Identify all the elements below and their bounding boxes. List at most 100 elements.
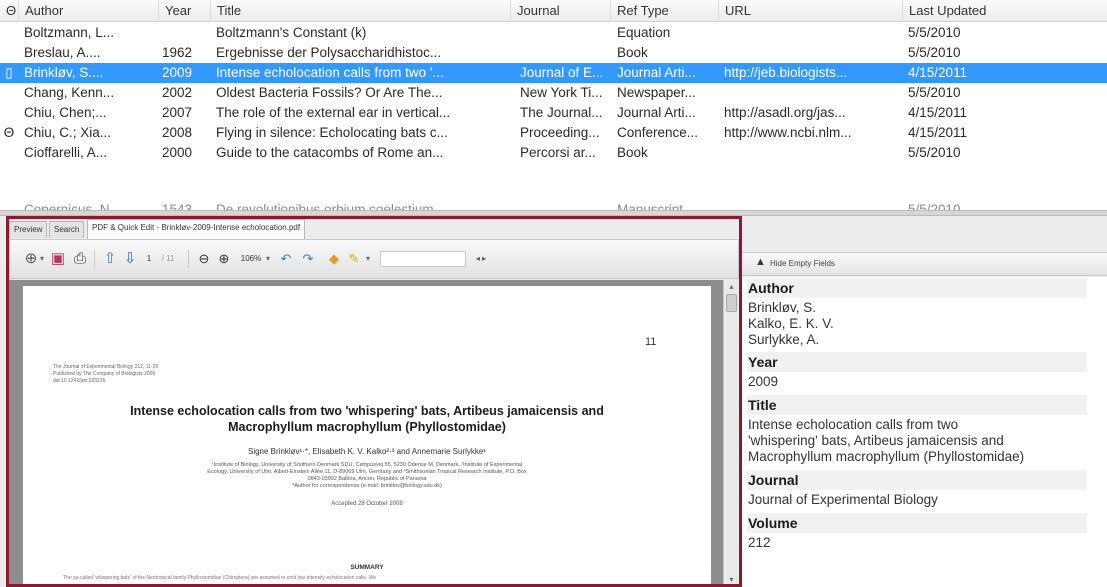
cell-last-updated: 5/5/2010 xyxy=(908,45,961,60)
pdf-pane: Preview Search PDF & Quick Edit - Brinkl… xyxy=(0,216,742,587)
zoom-in-button[interactable]: ⊕ xyxy=(216,248,232,270)
field-value-title[interactable]: Intense echolocation calls from two xyxy=(748,417,1093,433)
rotate-right-button[interactable]: ↷ xyxy=(300,248,316,270)
find-input[interactable] xyxy=(380,251,466,267)
cell-year: 1543 xyxy=(162,202,193,210)
pdf-article-title-line2: Macrophyllum macrophyllum (Phyllostomida… xyxy=(228,420,506,434)
cell-url xyxy=(724,23,900,43)
field-value-author[interactable]: Brinkløv, S. xyxy=(748,300,1093,316)
pdf-page-number: 11 xyxy=(645,336,657,348)
field-value-author[interactable]: Kalko, E. K. V. xyxy=(748,316,1093,332)
last-updated-column-header[interactable]: Last Updated xyxy=(902,0,1022,22)
field-value-author[interactable]: Surlykke, A. xyxy=(748,332,1093,348)
pdf-vertical-scrollbar[interactable]: ▴ ▾ xyxy=(723,280,739,587)
author-column-header[interactable]: Author xyxy=(18,0,146,22)
zoom-dropdown-icon[interactable]: ▾ xyxy=(264,248,272,270)
plus-circle-icon: ⊕ xyxy=(218,251,230,266)
attach-dropdown-icon[interactable]: ▾ xyxy=(38,248,46,270)
previous-page-button[interactable]: ⇧ xyxy=(102,248,118,270)
cell-ref-type: Book xyxy=(617,145,648,160)
attachment-column-header[interactable]: Θ xyxy=(0,0,18,22)
cell-journal: The Journal... xyxy=(520,105,603,120)
cell-author: Copernicus, N... xyxy=(24,202,121,210)
cell-last-updated: 5/5/2010 xyxy=(908,25,961,40)
hide-empty-fields-button[interactable]: ▲ Hide Empty Fields xyxy=(742,252,1107,276)
scroll-up-icon[interactable]: ▴ xyxy=(724,280,739,294)
cell-year: 2008 xyxy=(162,125,193,140)
cell-year: 2007 xyxy=(162,105,193,120)
find-navigation-arrows[interactable]: ◂ ▸ xyxy=(470,248,492,270)
title-column-header[interactable]: Title xyxy=(210,0,510,22)
field-value-journal[interactable]: Journal of Experimental Biology xyxy=(748,492,1093,508)
pdf-body-text: The so-called 'whispering bats' of the N… xyxy=(63,575,377,581)
field-value-year[interactable]: 2009 xyxy=(748,374,1093,390)
scrollbar-thumb[interactable] xyxy=(726,294,737,312)
arrow-up-icon: ▲ xyxy=(755,256,766,268)
attachment-icon xyxy=(2,143,16,163)
table-row[interactable]: Breslau, A.... 1962 Ergebnisse der Polys… xyxy=(0,43,1107,63)
field-label-year: Year xyxy=(747,352,1087,372)
cell-author: Breslau, A.... xyxy=(24,45,101,60)
next-page-button[interactable]: ⇩ xyxy=(122,248,138,270)
paperclip-icon: ⊕ xyxy=(24,250,38,267)
rotate-left-icon: ↶ xyxy=(280,251,292,266)
attach-file-button[interactable]: ⊕ xyxy=(24,248,38,270)
pdf-summary-heading: SUMMARY xyxy=(350,564,384,571)
table-row[interactable]: Chiu, Chen;... 2007 The role of the exte… xyxy=(0,103,1107,123)
tab-preview[interactable]: Preview xyxy=(9,221,48,238)
pdf-article-title: Intense echolocation calls from two 'whi… xyxy=(130,404,604,418)
hide-empty-fields-label: Hide Empty Fields xyxy=(770,259,835,268)
tab-pdf-quick-edit[interactable]: PDF & Quick Edit - Brinkløv-2009-Intense… xyxy=(87,219,306,239)
print-icon: ⎙ xyxy=(73,250,86,267)
zoom-out-button[interactable]: ⊖ xyxy=(196,248,212,270)
pdf-affiliation: 0843-03092 Balboa, Ancon, Republic of Pa… xyxy=(307,476,427,482)
table-row[interactable]: Boltzmann, L... Boltzmann's Constant (k)… xyxy=(0,23,1107,43)
table-row[interactable]: Chang, Kenn... 2002 Oldest Bacteria Foss… xyxy=(0,83,1107,103)
attachment-icon xyxy=(2,103,16,123)
table-row[interactable]: Cioffarelli, A... 2000 Guide to the cata… xyxy=(0,143,1107,163)
cell-author: Chang, Kenn... xyxy=(24,85,115,100)
minus-circle-icon: ⊖ xyxy=(198,251,210,266)
cell-year: 2009 xyxy=(162,65,193,80)
field-list: Author Brinkløv, S. Kalko, E. K. V. Surl… xyxy=(742,277,1107,587)
field-value-title[interactable]: 'whispering' bats, Artibeus jamaicensis … xyxy=(748,433,1093,449)
attachment-icon xyxy=(2,200,16,210)
cell-author: Chiu, C.; Xia... xyxy=(24,125,112,140)
cell-ref-type: Conference... xyxy=(617,125,699,140)
print-button[interactable]: ⎙ xyxy=(72,248,88,270)
cell-journal: Proceeding... xyxy=(520,125,600,140)
journal-column-header[interactable]: Journal xyxy=(510,0,600,22)
pdf-accepted-date: Accepted 28 October 2008 xyxy=(331,501,403,507)
table-row-selected[interactable]: ▯ Brinkløv, S.... 2009 Intense echolocat… xyxy=(0,63,1107,83)
cell-title: Ergebnisse der Polysaccharidhistoc... xyxy=(216,45,442,60)
field-value-title[interactable]: Macrophyllum macrophyllum (Phyllostomida… xyxy=(748,449,1093,465)
highlighter-icon: ✎ xyxy=(348,251,360,266)
rotate-left-button[interactable]: ↶ xyxy=(278,248,294,270)
ref-type-column-header[interactable]: Ref Type xyxy=(610,0,706,22)
attachment-icon xyxy=(2,43,16,63)
cell-journal xyxy=(520,23,610,43)
scroll-down-icon[interactable]: ▾ xyxy=(724,573,739,587)
attachment-icon: Θ xyxy=(3,125,15,140)
cell-last-updated: 4/15/2011 xyxy=(908,125,968,140)
rotate-right-icon: ↷ xyxy=(302,251,314,266)
tab-search[interactable]: Search xyxy=(49,221,85,238)
cell-journal: Journal of E... xyxy=(520,65,604,80)
cell-url xyxy=(724,83,900,103)
cell-url xyxy=(724,43,900,63)
url-column-header[interactable]: URL xyxy=(718,0,894,22)
field-value-volume[interactable]: 212 xyxy=(748,535,1093,551)
table-row[interactable]: Θ Chiu, C.; Xia... 2008 Flying in silenc… xyxy=(0,123,1107,143)
page-number-input[interactable]: 1 xyxy=(144,248,154,270)
pdf-document-area[interactable]: 11 The Journal of Experimental Biology 2… xyxy=(9,280,739,587)
table-row[interactable]: Copernicus, N... 1543 De revolutionibus … xyxy=(0,200,1107,210)
save-button[interactable]: ▣ xyxy=(50,248,66,270)
highlighter-button[interactable]: ✎ xyxy=(346,248,362,270)
year-column-header[interactable]: Year xyxy=(158,0,198,22)
cell-year xyxy=(162,23,202,43)
cell-title: Oldest Bacteria Fossils? Or Are The... xyxy=(216,85,443,100)
sticky-note-button[interactable]: ◆ xyxy=(326,248,342,270)
highlighter-dropdown-icon[interactable]: ▾ xyxy=(364,248,372,270)
cell-title: Intense echolocation calls from two '... xyxy=(216,65,444,80)
zoom-level[interactable]: 106% xyxy=(240,248,262,270)
